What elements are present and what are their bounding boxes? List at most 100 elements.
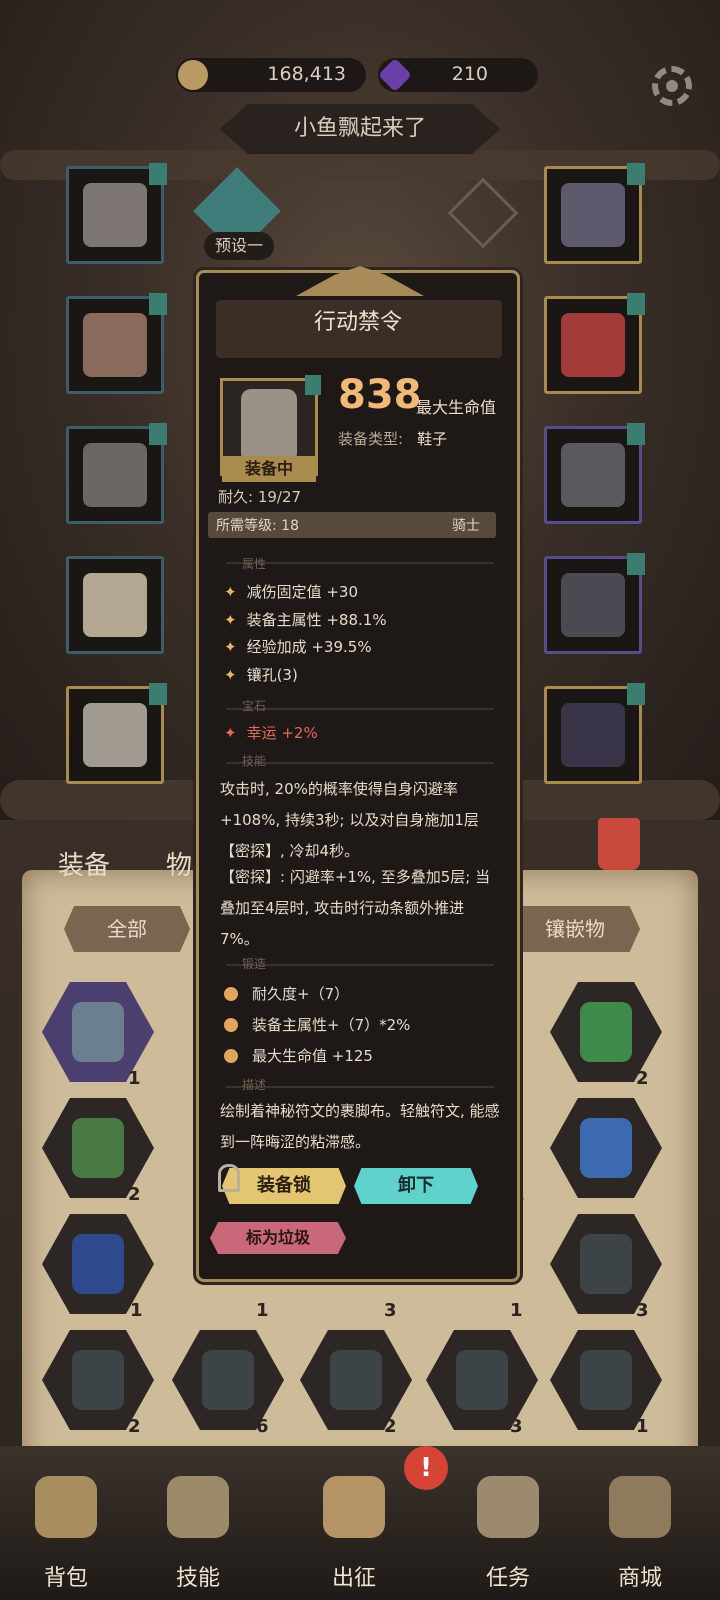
pants-slot[interactable] — [66, 556, 164, 654]
weapon-slot[interactable] — [544, 553, 645, 654]
skill-effect-description: 【密探】: 闪避率+1%, 至多叠加5层; 当叠加至4层时, 攻击时行动条额外推… — [220, 868, 491, 948]
section-forge: 锻造 — [242, 957, 267, 971]
dagger-icon — [561, 573, 625, 637]
equipped-badge: 装备中 — [222, 456, 316, 482]
tab-equipment[interactable]: 装备 — [58, 845, 110, 882]
gold-amount: 168,413 — [267, 63, 346, 85]
rune-boots-icon — [241, 389, 297, 463]
main-stat-value: 838 — [338, 372, 422, 418]
item-count: 2 — [384, 1416, 397, 1437]
ring-slot-1[interactable] — [544, 293, 645, 394]
scroll-icon — [477, 1476, 539, 1538]
divider — [226, 1086, 494, 1088]
equip-type-value: 鞋子 — [417, 430, 448, 448]
equip-type-label: 装备类型: — [338, 430, 404, 448]
item-count: 1 — [510, 1300, 523, 1321]
item-count: 1 — [256, 1300, 269, 1321]
filter-all[interactable]: 全部 — [64, 906, 190, 952]
nav-label: 出征 — [331, 1566, 376, 1591]
forge-line: 耐久度+（7） — [224, 983, 349, 1004]
nav-label: 背包 — [43, 1566, 88, 1591]
gem-amount: 210 — [451, 63, 488, 85]
item-count: 3 — [510, 1416, 523, 1437]
blue-crystal-icon — [580, 1118, 632, 1178]
item-description: 绘制着神秘符文的裹脚布。轻触符文, 能感到一阵晦涩的粘滞感。 — [220, 1102, 500, 1151]
item-count: 6 — [256, 1416, 269, 1437]
preset-label[interactable]: 预设一 — [204, 232, 274, 260]
green-crystal-icon — [580, 1002, 632, 1062]
rune-stone-icon — [580, 1234, 632, 1294]
chest-armor-icon — [83, 313, 147, 377]
mystery-crystal-icon — [72, 1002, 124, 1062]
required-class: 骑士 — [452, 518, 480, 534]
nav-shop[interactable]: 商城 — [580, 1458, 700, 1600]
gold-counter: 168,413 — [176, 58, 366, 92]
nav-label: 任务 — [485, 1566, 530, 1591]
item-count: 2 — [128, 1416, 141, 1437]
rune-stone-icon — [580, 1350, 632, 1410]
backpack-icon — [35, 1476, 97, 1538]
nav-label: 技能 — [175, 1566, 220, 1591]
lock-icon — [218, 1164, 240, 1192]
unequip-button[interactable]: 卸下 — [354, 1168, 478, 1204]
necklace-slot[interactable] — [544, 163, 645, 264]
pants-icon — [83, 573, 147, 637]
item-count: 3 — [384, 1300, 397, 1321]
skull-necklace-icon — [561, 183, 625, 247]
mark-junk-button[interactable]: 标为垃圾 — [210, 1222, 346, 1254]
player-name: 小鱼飘起来了 — [220, 104, 500, 154]
gem-counter: 210 — [378, 58, 538, 92]
gauntlet-icon — [83, 443, 147, 507]
required-level: 所需等级: 18 — [216, 518, 299, 534]
item-count: 2 — [636, 1068, 649, 1089]
main-stat-label: 最大生命值 — [416, 398, 497, 417]
ring-slot-2[interactable] — [544, 423, 645, 524]
gloves-slot[interactable] — [66, 423, 167, 524]
attribute-line: ✦ 镶孔(3) — [224, 666, 298, 684]
item-count: 1 — [130, 1300, 143, 1321]
nav-label: 商城 — [617, 1566, 662, 1591]
purple-gem-icon — [378, 58, 412, 92]
star-ring-icon — [561, 443, 625, 507]
gold-coin-icon — [178, 60, 208, 90]
forge-line: 装备主属性+（7）*2% — [224, 1014, 410, 1035]
nav-skills[interactable]: 技能 — [138, 1458, 258, 1600]
helmet-icon — [83, 183, 147, 247]
attribute-line: ✦ 经验加成 +39.5% — [224, 638, 372, 656]
item-count: 3 — [636, 1300, 649, 1321]
divider — [226, 708, 494, 710]
attribute-line: ✦ 减伤固定值 +30 — [224, 583, 359, 601]
gem-stat: ✦ 幸运 +2% — [224, 724, 318, 742]
equip-type: 装备类型: 鞋子 — [338, 428, 447, 449]
rune-stone-icon — [202, 1350, 254, 1410]
durability: 耐久: 19/27 — [218, 488, 302, 506]
map-icon — [323, 1476, 385, 1538]
divider — [226, 562, 494, 564]
offhand-slot[interactable] — [544, 683, 645, 784]
settings-gear-icon[interactable] — [652, 66, 692, 106]
section-gems: 宝石 — [242, 699, 267, 713]
trash-icon[interactable] — [598, 818, 640, 870]
item-count: 1 — [128, 1068, 141, 1089]
skill-book-icon — [167, 1476, 229, 1538]
skill-description: 攻击时, 20%的概率使得自身闪避率+108%, 持续3秒; 以及对自身施加1层… — [220, 780, 479, 860]
divider — [226, 762, 494, 764]
nav-expedition[interactable]: 出征 — [294, 1458, 414, 1600]
nav-backpack[interactable]: 背包 — [6, 1458, 126, 1600]
section-skill: 技能 — [242, 754, 267, 768]
rune-stone-icon — [330, 1350, 382, 1410]
boots-slot[interactable] — [66, 683, 167, 784]
helmet-slot[interactable] — [66, 163, 167, 264]
rune-stone-icon — [72, 1350, 124, 1410]
green-shard-icon — [72, 1118, 124, 1178]
boots-icon — [83, 703, 147, 767]
section-attributes: 属性 — [242, 557, 267, 571]
crown-icon — [561, 703, 625, 767]
armor-slot[interactable] — [66, 293, 167, 394]
item-count: 2 — [128, 1184, 141, 1205]
nav-quests[interactable]: 任务 — [448, 1458, 568, 1600]
equip-lock-button[interactable]: 装备锁 — [222, 1168, 346, 1204]
notification-badge: ! — [404, 1446, 448, 1490]
section-description: 描述 — [242, 1078, 267, 1092]
filter-inlay[interactable]: 镶嵌物 — [510, 906, 640, 952]
